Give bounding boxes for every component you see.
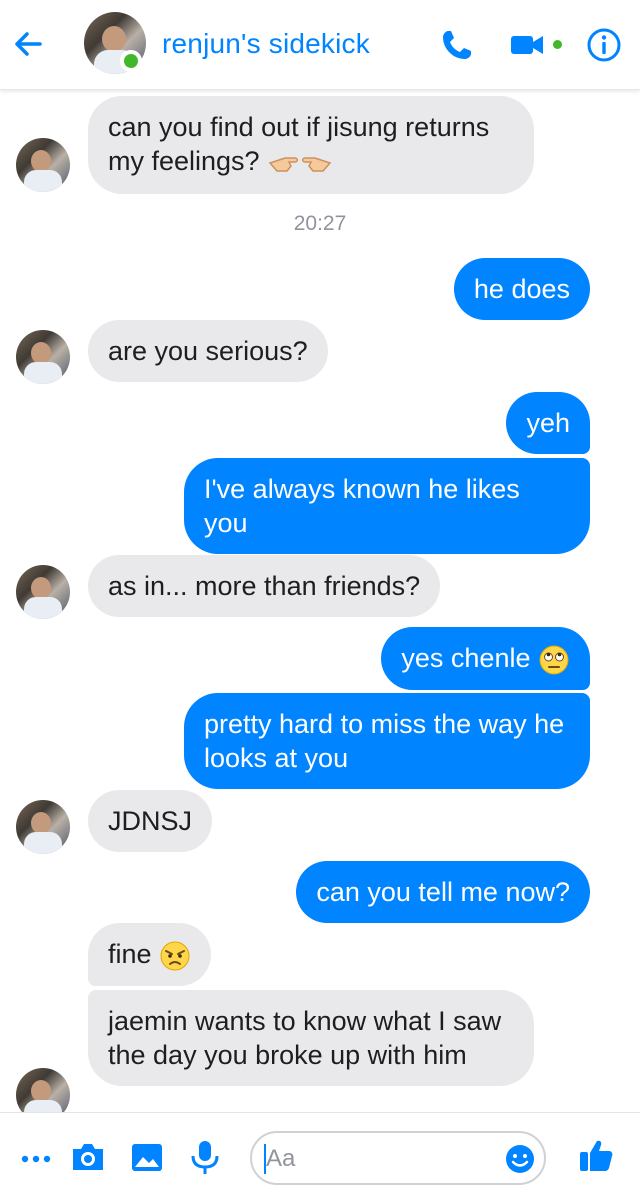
message-text: can you tell me now? — [316, 877, 570, 907]
message-text: yes chenle — [401, 643, 531, 673]
message-text: JDNSJ — [108, 806, 193, 836]
phone-icon[interactable] — [438, 26, 476, 64]
message-text: are you serious? — [108, 336, 308, 366]
angry-face-emoji — [160, 941, 190, 971]
message-bubble-outgoing[interactable]: he does — [453, 258, 590, 320]
sender-avatar — [16, 330, 70, 384]
message-bubble-incoming[interactable]: jaemin wants to know what I saw the day … — [88, 990, 534, 1086]
arrow-left-icon[interactable] — [10, 26, 46, 62]
message-bubble-outgoing[interactable]: yeh — [506, 392, 590, 454]
message-text: yeh — [526, 408, 570, 438]
timestamp: 20:27 — [293, 212, 347, 235]
message-bubble-incoming[interactable]: JDNSJ — [88, 790, 213, 852]
info-icon[interactable] — [585, 26, 623, 64]
camera-icon[interactable] — [68, 1137, 108, 1177]
message-text: jaemin wants to know what I saw the day … — [108, 1006, 502, 1070]
message-bubble-incoming[interactable]: as in... more than friends? — [88, 555, 441, 617]
message-bubble-outgoing[interactable]: I've always known he likes you — [184, 458, 590, 554]
online-status-indicator — [120, 50, 142, 72]
message-text: as in... more than friends? — [108, 571, 421, 601]
message-bubble-incoming[interactable]: fine — [88, 923, 212, 986]
composer-bar — [0, 1112, 640, 1200]
message-text: he does — [473, 274, 570, 304]
message-bubble-incoming[interactable]: can you find out if jisung returns my fe… — [88, 96, 534, 194]
sender-avatar — [16, 800, 70, 854]
pointing-hands-emoji — [268, 157, 332, 172]
message-text: I've always known he likes you — [204, 474, 520, 538]
conversation-title[interactable]: renjun's sidekick — [162, 28, 370, 60]
video-active-dot — [553, 40, 562, 49]
message-bubble-outgoing[interactable]: pretty hard to miss the way he looks at … — [184, 693, 590, 789]
image-icon[interactable] — [127, 1137, 167, 1177]
message-text: pretty hard to miss the way he looks at … — [204, 709, 565, 773]
message-bubble-outgoing[interactable]: can you tell me now? — [296, 861, 590, 923]
message-bubble-incoming[interactable]: are you serious? — [88, 320, 328, 382]
microphone-icon[interactable] — [185, 1137, 225, 1177]
message-bubble-outgoing[interactable]: yes chenle — [381, 627, 590, 690]
eye-roll-emoji — [539, 645, 569, 675]
video-camera-icon[interactable] — [508, 26, 546, 64]
message-input[interactable] — [266, 1143, 486, 1175]
message-composer[interactable] — [250, 1131, 546, 1185]
more-dots-icon[interactable] — [16, 1137, 56, 1177]
sender-avatar — [16, 565, 70, 619]
conversation-header: renjun's sidekick — [0, 0, 640, 90]
thumbs-up-icon[interactable] — [576, 1135, 616, 1175]
message-text: fine — [108, 939, 152, 969]
sender-avatar — [16, 138, 70, 192]
smiley-icon[interactable] — [504, 1143, 536, 1175]
